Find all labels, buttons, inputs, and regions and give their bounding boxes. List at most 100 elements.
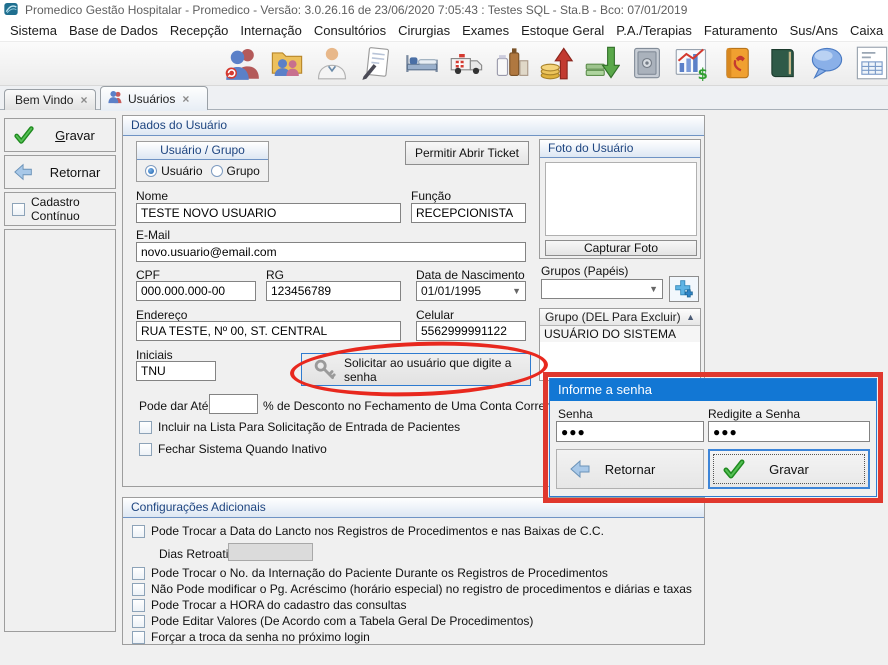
phonebook-icon[interactable]: [718, 44, 756, 82]
funcao-label: Função: [411, 189, 451, 203]
svg-text:$: $: [698, 66, 708, 81]
desconto-prefix-label: Pode dar Até:: [139, 399, 212, 413]
dialog-retornar-button[interactable]: Retornar: [556, 449, 704, 489]
nao-modificar-acrescimo-checkbox[interactable]: Não Pode modificar o Pg. Acréscimo (horá…: [132, 582, 692, 596]
checkbox-icon[interactable]: [132, 583, 145, 596]
menu-internacao[interactable]: Internação: [234, 23, 307, 38]
fechar-sistema-checkbox[interactable]: Fechar Sistema Quando Inativo: [139, 442, 327, 456]
desconto-input[interactable]: [209, 394, 258, 414]
checkbox-icon[interactable]: [132, 631, 145, 644]
tab-usuarios[interactable]: Usuários ×: [100, 86, 208, 110]
menu-exames[interactable]: Exames: [456, 23, 515, 38]
add-plus-icon: [674, 279, 694, 299]
window-title: Promedico Gestão Hospitalar - Promedico …: [25, 3, 687, 17]
checkbox-icon[interactable]: [132, 567, 145, 580]
grupo-list-header[interactable]: Grupo (DEL Para Excluir) ▲: [540, 309, 700, 326]
app-window: { "window": { "title": "Promedico Gestão…: [0, 0, 888, 665]
menu-recepcao[interactable]: Recepção: [164, 23, 235, 38]
tipo-usuario-header: Usuário / Grupo: [137, 142, 268, 160]
check-icon: [722, 457, 746, 481]
doctor-icon[interactable]: [313, 44, 351, 82]
safe-icon[interactable]: [628, 44, 666, 82]
senha-label: Senha: [558, 407, 593, 421]
pharmacy-icon[interactable]: [493, 44, 531, 82]
checkbox-icon[interactable]: [139, 443, 152, 456]
checkbox-icon[interactable]: [12, 203, 25, 216]
add-grupo-button[interactable]: [669, 276, 699, 302]
informe-senha-dialog: Informe a senha Senha Redigite a Senha R…: [549, 378, 877, 497]
chat-icon[interactable]: [808, 44, 846, 82]
iniciais-input[interactable]: [136, 361, 216, 381]
menu-faturamento[interactable]: Faturamento: [698, 23, 784, 38]
rg-input[interactable]: [266, 281, 401, 301]
menu-consultorios[interactable]: Consultórios: [308, 23, 392, 38]
patients-folder-icon[interactable]: [268, 44, 306, 82]
senha-input[interactable]: [556, 421, 704, 442]
user-photo-placeholder: [545, 162, 697, 236]
endereco-input[interactable]: [136, 321, 401, 341]
editar-valores-checkbox[interactable]: Pode Editar Valores (De Acordo com a Tab…: [132, 614, 533, 628]
radio-grupo[interactable]: Grupo: [211, 164, 260, 178]
permitir-abrir-ticket-button[interactable]: Permitir Abrir Ticket: [405, 141, 529, 165]
gravar-label: Gravar: [35, 128, 115, 143]
finance-chart-icon[interactable]: $: [673, 44, 711, 82]
dados-usuario-header: Dados do Usuário: [123, 116, 704, 136]
funcao-input[interactable]: [411, 203, 526, 223]
retornar-sidebar-button[interactable]: Retornar: [4, 155, 116, 189]
menu-estoque-geral[interactable]: Estoque Geral: [515, 23, 610, 38]
gravar-sidebar-button[interactable]: Gravar: [4, 118, 116, 152]
trocar-data-lancto-checkbox[interactable]: Pode Trocar a Data do Lancto nos Registr…: [132, 524, 604, 538]
trocar-hora-checkbox[interactable]: Pode Trocar a HORA do cadastro das consu…: [132, 598, 406, 612]
menu-sus-ans[interactable]: Sus/Ans: [784, 23, 844, 38]
hospital-bed-icon[interactable]: [403, 44, 441, 82]
cadastro-continuo-checkbox[interactable]: Cadastro Contínuo: [4, 192, 116, 226]
nome-label: Nome: [136, 189, 168, 203]
reports-icon[interactable]: [853, 44, 888, 82]
grupo-list: Grupo (DEL Para Excluir) ▲ USUÁRIO DO SI…: [539, 308, 701, 381]
grupos-papeis-label: Grupos (Papéis): [541, 264, 628, 278]
capturar-foto-button[interactable]: Capturar Foto: [545, 240, 697, 256]
forcar-troca-senha-checkbox[interactable]: Forçar a troca da senha no próximo login: [132, 630, 370, 644]
menu-caixa[interactable]: Caixa: [844, 23, 888, 38]
chevron-down-icon[interactable]: ▼: [649, 284, 658, 294]
sort-asc-icon[interactable]: ▲: [686, 312, 695, 322]
celular-input[interactable]: [416, 321, 526, 341]
menu-base-de-dados[interactable]: Base de Dados: [63, 23, 164, 38]
email-input[interactable]: [136, 242, 526, 262]
nascimento-dropdown[interactable]: 01/01/1995▼: [416, 281, 526, 301]
ambulance-icon[interactable]: [448, 44, 486, 82]
grupos-dropdown[interactable]: ▼: [541, 279, 663, 299]
tab-bem-vindo[interactable]: Bem Vindo ×: [4, 89, 96, 110]
checkbox-icon[interactable]: [132, 615, 145, 628]
prescription-icon[interactable]: [358, 44, 396, 82]
redigite-senha-input[interactable]: [708, 421, 870, 442]
nascimento-label: Data de Nascimento: [416, 268, 525, 282]
checkbox-icon[interactable]: [132, 525, 145, 538]
incluir-lista-checkbox[interactable]: Incluir na Lista Para Solicitação de Ent…: [139, 420, 460, 434]
cpf-input[interactable]: [136, 281, 256, 301]
celular-label: Celular: [416, 308, 454, 322]
back-arrow-icon: [13, 161, 35, 183]
ledger-book-icon[interactable]: [763, 44, 801, 82]
dialog-gravar-button[interactable]: Gravar: [708, 449, 870, 489]
checkbox-icon[interactable]: [139, 421, 152, 434]
nome-input[interactable]: [136, 203, 401, 223]
users-tab-icon: [107, 89, 124, 109]
payments-down-icon[interactable]: [583, 44, 621, 82]
menu-sistema[interactable]: Sistema: [4, 23, 63, 38]
revenue-up-icon[interactable]: [538, 44, 576, 82]
menu-pa-terapias[interactable]: P.A./Terapias: [610, 23, 698, 38]
title-bar: Promedico Gestão Hospitalar - Promedico …: [0, 0, 888, 20]
menu-cirurgias[interactable]: Cirurgias: [392, 23, 456, 38]
trocar-internacao-checkbox[interactable]: Pode Trocar o No. da Internação do Pacie…: [132, 566, 608, 580]
grupo-list-item[interactable]: USUÁRIO DO SISTEMA: [540, 326, 700, 342]
tab-bem-vindo-close-icon[interactable]: ×: [80, 93, 87, 107]
radio-usuario[interactable]: Usuário: [145, 164, 202, 178]
solicitar-senha-button[interactable]: Solicitar ao usuário que digite a senha: [301, 353, 531, 386]
users-sync-icon[interactable]: [223, 44, 261, 82]
tab-usuarios-close-icon[interactable]: ×: [182, 92, 189, 106]
foto-usuario-group: Foto do Usuário Capturar Foto: [539, 139, 701, 259]
chevron-down-icon[interactable]: ▼: [512, 286, 521, 296]
tab-usuarios-label: Usuários: [128, 92, 175, 106]
checkbox-icon[interactable]: [132, 599, 145, 612]
